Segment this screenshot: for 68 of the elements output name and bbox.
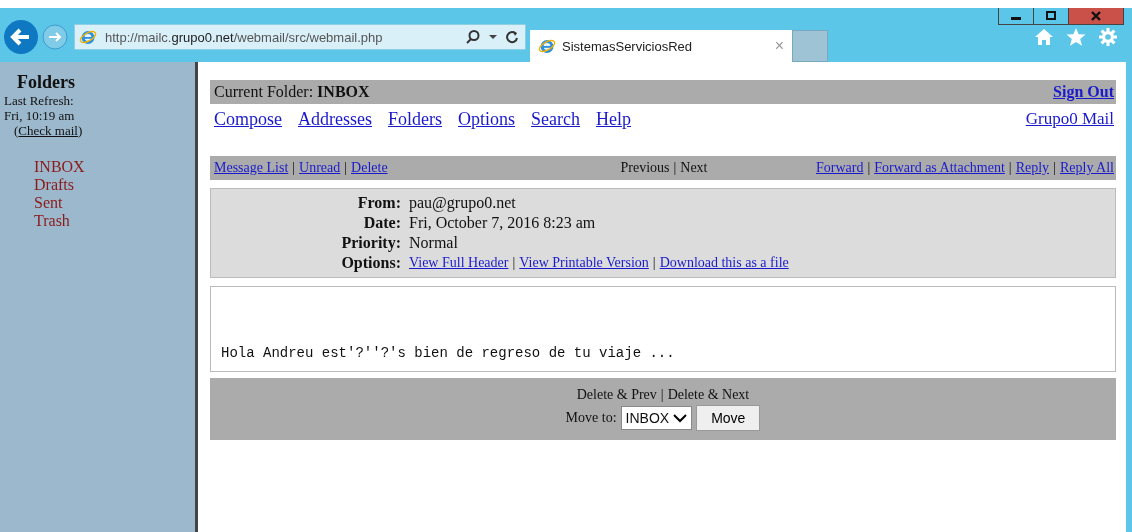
browser-icon <box>79 28 97 46</box>
search-icon[interactable] <box>465 29 481 45</box>
maximize-icon <box>1045 11 1057 21</box>
toolbar-link[interactable]: Message List <box>214 160 289 176</box>
sidebar-title: Folders <box>16 72 76 93</box>
chevron-down-icon <box>673 413 688 423</box>
separator-text: | <box>512 254 516 272</box>
toolbar-link[interactable]: Forward <box>815 160 864 176</box>
back-button[interactable] <box>4 20 38 54</box>
option-link[interactable]: View Printable Version <box>519 253 649 273</box>
separator-text: | <box>1053 160 1056 176</box>
current-folder-text: Current Folder: INBOX <box>214 83 370 101</box>
toolbar-link[interactable]: Unread <box>299 160 341 176</box>
separator-text: | <box>1008 160 1012 176</box>
check-mail-link[interactable]: Check mail <box>18 123 78 138</box>
toolbar-text: Next <box>680 160 708 176</box>
nav-link[interactable]: Compose <box>214 108 282 130</box>
toolbar-link[interactable]: Delete <box>351 160 388 176</box>
option-link[interactable]: View Full Header <box>409 253 509 273</box>
folder-select[interactable]: INBOX <box>620 406 693 430</box>
toolbar-link[interactable]: Reply All <box>1059 160 1114 176</box>
close-button[interactable] <box>1069 8 1123 24</box>
parenthesis: ( <box>14 123 19 138</box>
separator-text: | <box>652 254 656 272</box>
toolbar-link[interactable]: Reply <box>1015 160 1050 176</box>
field-label: Date: <box>362 213 401 233</box>
field-label: Options: <box>340 253 401 273</box>
refresh-time: Fri, 10:19 am <box>3 108 76 123</box>
address-bar[interactable]: http://mailc.grupo0.net/webmail/src/webmail.php <box>74 24 526 50</box>
nav-link[interactable]: Search <box>531 108 580 130</box>
folder-link[interactable]: INBOX <box>34 158 85 176</box>
browser-tab[interactable]: SistemasServiciosRed × <box>530 30 792 62</box>
refresh-label: Last Refresh: <box>3 93 75 108</box>
nav-link[interactable]: Addresses <box>298 108 372 130</box>
brand-link[interactable]: Grupo0 Mail <box>1025 109 1114 129</box>
field-value: Normal <box>409 233 458 253</box>
toolbar-link[interactable]: Forward as Attachment <box>874 160 1005 176</box>
action-text: Delete & Prev <box>576 387 657 403</box>
browser-icon <box>538 37 556 55</box>
nav-link[interactable]: Folders <box>388 108 442 130</box>
sign-out-link[interactable]: Sign Out <box>1053 83 1114 101</box>
folder-link[interactable]: Trash <box>34 212 70 230</box>
nav-link[interactable]: Help <box>596 108 631 130</box>
nav-link[interactable]: Options <box>458 108 516 130</box>
star-icon[interactable] <box>1066 27 1086 47</box>
separator-text: | <box>660 387 664 403</box>
field-label: Priority: <box>340 233 401 253</box>
move-button[interactable]: Move <box>696 405 761 431</box>
move-label: Move to: <box>565 410 617 426</box>
refresh-icon[interactable] <box>505 29 519 45</box>
option-link[interactable]: Download this as a file <box>659 253 789 273</box>
separator-text: | <box>867 160 871 176</box>
parenthesis: ) <box>77 123 83 138</box>
folder-link[interactable]: Drafts <box>34 176 74 194</box>
field-value: Fri, October 7, 2016 8:23 am <box>409 213 596 233</box>
url-text: http://mailc.grupo0.net/webmail/src/webmail.php <box>105 29 384 45</box>
close-icon <box>1090 11 1102 21</box>
separator-text: | <box>292 160 296 176</box>
toolbar-text: Previous <box>620 160 670 176</box>
folder-link[interactable]: Sent <box>34 194 63 212</box>
field-label: From: <box>356 193 401 213</box>
field-value: pau@grupo0.net <box>409 193 516 213</box>
separator-text: | <box>673 160 677 176</box>
dropdown-caret-icon[interactable] <box>489 34 497 40</box>
action-text: Delete & Next <box>667 387 750 403</box>
forward-button[interactable] <box>42 24 68 50</box>
separator-text: | <box>344 160 348 176</box>
message-text: Hola Andreu est'?''?'s bien de regreso de tu viaje ... <box>221 345 675 361</box>
